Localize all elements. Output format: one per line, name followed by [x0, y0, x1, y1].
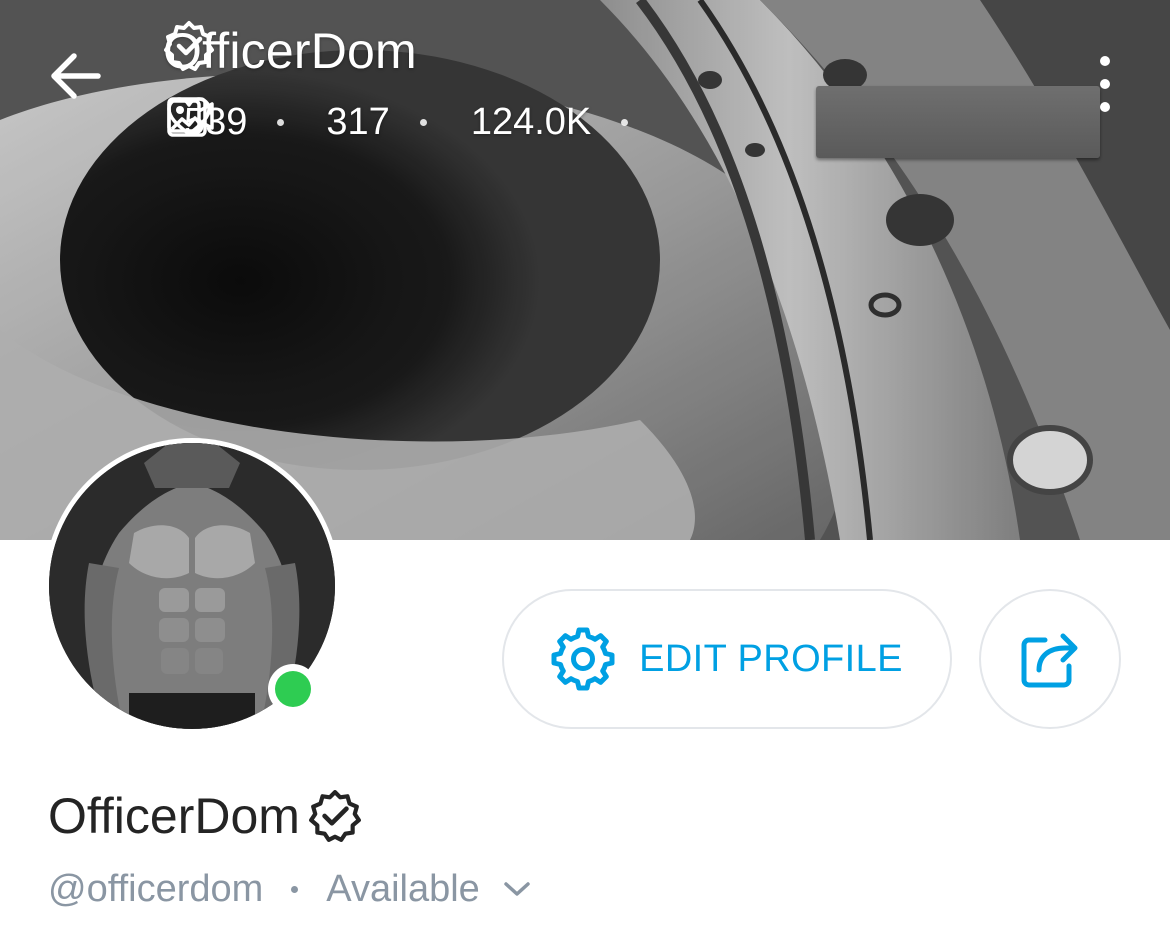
- stats-row: 539 317 124.0K: [166, 96, 658, 148]
- share-icon: [1021, 633, 1078, 688]
- status-label: Available: [326, 867, 480, 910]
- profile-subline: @officerdom Available: [48, 860, 532, 918]
- edit-profile-label: EDIT PROFILE: [639, 637, 903, 680]
- redacted-box: [816, 86, 1100, 158]
- edit-profile-button[interactable]: EDIT PROFILE: [502, 589, 952, 729]
- more-vertical-icon: [1100, 56, 1110, 66]
- stat-videos-count: 317: [326, 100, 390, 143]
- online-status-indicator: [268, 664, 318, 714]
- profile-handle: @officerdom: [48, 867, 264, 910]
- status-dropdown[interactable]: Available: [326, 868, 532, 911]
- chevron-down-icon: [502, 879, 532, 899]
- stat-separator: [277, 118, 285, 126]
- gear-icon: [551, 627, 615, 691]
- profile-name-text: OfficerDom: [48, 788, 300, 844]
- stat-separator: [419, 118, 427, 126]
- more-options-button[interactable]: [1085, 56, 1125, 112]
- back-button[interactable]: [50, 52, 110, 112]
- stat-separator: [621, 118, 629, 126]
- stat-videos: 317: [167, 99, 390, 144]
- header-title: OfficerDom: [163, 20, 425, 82]
- stat-likes-count: 124.0K: [470, 100, 592, 143]
- arrow-left-icon: [51, 53, 101, 99]
- profile-name: OfficerDom: [48, 784, 362, 848]
- share-button[interactable]: [979, 589, 1121, 729]
- subline-separator: [291, 885, 299, 893]
- stat-likes: 124.0K: [167, 97, 592, 144]
- profile-page: OfficerDom 539 317 124.0K EDIT PROFILE O…: [0, 0, 1170, 946]
- verified-badge-icon: [308, 789, 362, 843]
